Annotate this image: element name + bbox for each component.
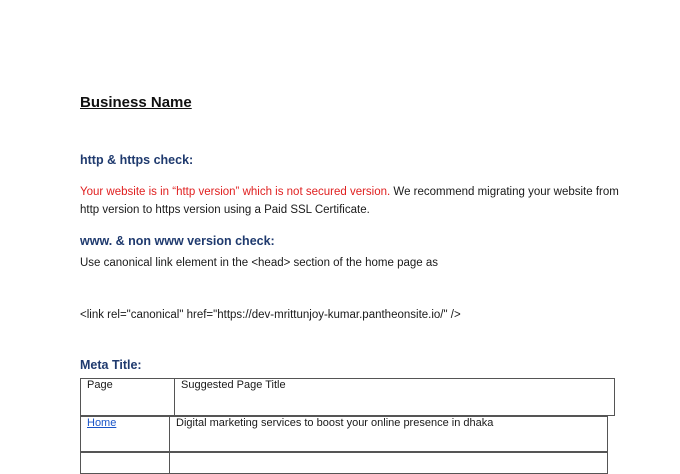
cell-empty [80, 452, 170, 474]
http-warning-text: Your website is in “http version” which … [80, 186, 391, 198]
document-title: Business Name [80, 94, 192, 111]
heading-meta-title: Meta Title: [80, 358, 142, 372]
table-row: Home Digital marketing services to boost… [80, 416, 608, 452]
meta-title-table-header: Page Suggested Page Title [80, 378, 615, 416]
document-page: Business Name http & https check: Your w… [0, 0, 680, 474]
cell-page-name: Home [80, 416, 170, 452]
heading-http-check: http & https check: [80, 153, 194, 167]
table-header-row: Page Suggested Page Title [80, 378, 615, 416]
http-check-paragraph: Your website is in “http version” which … [80, 183, 640, 219]
table-row [80, 452, 608, 474]
header-cell-suggested-title: Suggested Page Title [174, 378, 615, 416]
cell-empty [169, 452, 608, 474]
home-page-link[interactable]: Home [87, 417, 116, 429]
canonical-link-code: <link rel="canonical" href="https://dev-… [80, 309, 461, 321]
meta-title-table-next-row [80, 452, 608, 474]
header-cell-page: Page [80, 378, 175, 416]
www-check-paragraph: Use canonical link element in the <head>… [80, 257, 439, 269]
heading-www-check: www. & non www version check: [80, 234, 275, 248]
cell-suggested-title: Digital marketing services to boost your… [169, 416, 608, 452]
meta-title-table-body: Home Digital marketing services to boost… [80, 416, 608, 452]
